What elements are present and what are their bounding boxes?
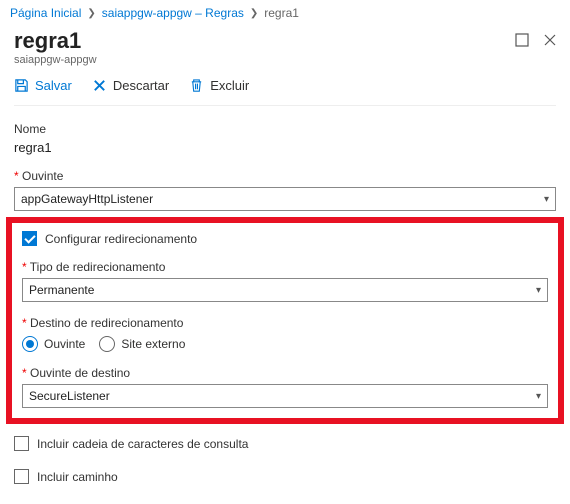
name-label: Nome	[14, 122, 556, 136]
radio-external-label: Site externo	[121, 337, 185, 351]
listener-select[interactable]: appGatewayHttpListener ▾	[14, 187, 556, 211]
breadcrumb-home[interactable]: Página Inicial	[10, 6, 81, 20]
save-label: Salvar	[35, 78, 72, 93]
chevron-right-icon: ❯	[250, 8, 258, 19]
delete-button[interactable]: Excluir	[189, 78, 249, 93]
include-path-checkbox[interactable]	[14, 469, 29, 484]
redirect-type-label: Tipo de redirecionamento	[22, 260, 548, 274]
radio-listener-label: Ouvinte	[44, 337, 85, 351]
redirect-type-value: Permanente	[29, 283, 94, 297]
include-query-checkbox[interactable]	[14, 436, 29, 451]
redirect-dest-label: Destino de redirecionamento	[22, 316, 548, 330]
maximize-icon[interactable]	[514, 32, 530, 48]
include-path-label: Incluir caminho	[37, 470, 118, 484]
radio-external[interactable]: Site externo	[99, 336, 185, 352]
chevron-down-icon: ▾	[544, 194, 549, 205]
breadcrumb: Página Inicial ❯ saiappgw-appgw – Regras…	[0, 0, 570, 24]
breadcrumb-parent[interactable]: saiappgw-appgw – Regras	[102, 6, 244, 20]
close-icon[interactable]	[542, 32, 558, 48]
discard-button[interactable]: Descartar	[92, 78, 169, 93]
discard-label: Descartar	[113, 78, 169, 93]
discard-icon	[92, 78, 107, 93]
name-value: regra1	[14, 140, 556, 155]
save-icon	[14, 78, 29, 93]
listener-select-value: appGatewayHttpListener	[21, 192, 153, 206]
listener-label: Ouvinte	[14, 169, 556, 183]
redirect-section: Configurar redirecionamento Tipo de redi…	[6, 217, 564, 424]
redirect-type-select[interactable]: Permanente ▾	[22, 278, 548, 302]
toolbar: Salvar Descartar Excluir	[0, 68, 570, 101]
trash-icon	[189, 78, 204, 93]
dest-listener-select[interactable]: SecureListener ▾	[22, 384, 548, 408]
dest-listener-label: Ouvinte de destino	[22, 366, 548, 380]
chevron-down-icon: ▾	[536, 391, 541, 402]
radio-icon	[22, 336, 38, 352]
delete-label: Excluir	[210, 78, 249, 93]
save-button[interactable]: Salvar	[14, 78, 72, 93]
configure-redirect-checkbox[interactable]	[22, 231, 37, 246]
configure-redirect-label: Configurar redirecionamento	[45, 232, 197, 246]
dest-listener-value: SecureListener	[29, 389, 110, 403]
chevron-right-icon: ❯	[87, 8, 95, 19]
page-title: regra1	[14, 28, 97, 54]
radio-icon	[99, 336, 115, 352]
radio-listener[interactable]: Ouvinte	[22, 336, 85, 352]
include-query-label: Incluir cadeia de caracteres de consulta	[37, 437, 248, 451]
chevron-down-icon: ▾	[536, 285, 541, 296]
page-subtitle: saiappgw-appgw	[14, 54, 97, 66]
breadcrumb-current: regra1	[264, 6, 299, 20]
